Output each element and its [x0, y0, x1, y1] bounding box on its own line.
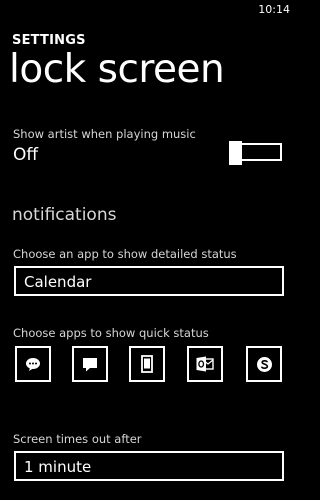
quick-status-label: Choose apps to show quick status: [13, 326, 209, 340]
detailed-status-value: Calendar: [24, 273, 92, 291]
music-artist-label: Show artist when playing music: [13, 127, 196, 141]
screen-timeout-label: Screen times out after: [13, 432, 142, 446]
status-clock: 10:14: [258, 3, 290, 16]
quick-status-slot-messaging[interactable]: [15, 346, 51, 382]
detailed-status-picker[interactable]: Calendar: [14, 266, 284, 296]
toggle-thumb[interactable]: [229, 141, 242, 165]
chat-icon: [82, 357, 98, 372]
quick-status-slot-chat[interactable]: [72, 346, 108, 382]
phone-icon: [141, 355, 153, 373]
quick-status-slot-outlook[interactable]: [187, 346, 223, 382]
messaging-icon: [25, 357, 41, 371]
music-artist-toggle[interactable]: [229, 141, 284, 165]
outlook-icon: [196, 356, 214, 372]
notifications-header: notifications: [12, 205, 117, 225]
quick-status-slot-skype[interactable]: [246, 346, 282, 382]
music-artist-status: Off: [13, 145, 39, 165]
screen-timeout-picker[interactable]: 1 minute: [14, 451, 284, 481]
status-bar: 10:14: [0, 0, 300, 20]
page-title: lock screen: [9, 47, 225, 92]
quick-status-slot-phone[interactable]: [129, 346, 165, 382]
app-title: SETTINGS: [12, 33, 86, 48]
quick-status-icons: [15, 346, 285, 382]
screen-timeout-value: 1 minute: [24, 458, 92, 476]
detailed-status-label: Choose an app to show detailed status: [13, 247, 237, 261]
skype-icon: [256, 356, 273, 373]
